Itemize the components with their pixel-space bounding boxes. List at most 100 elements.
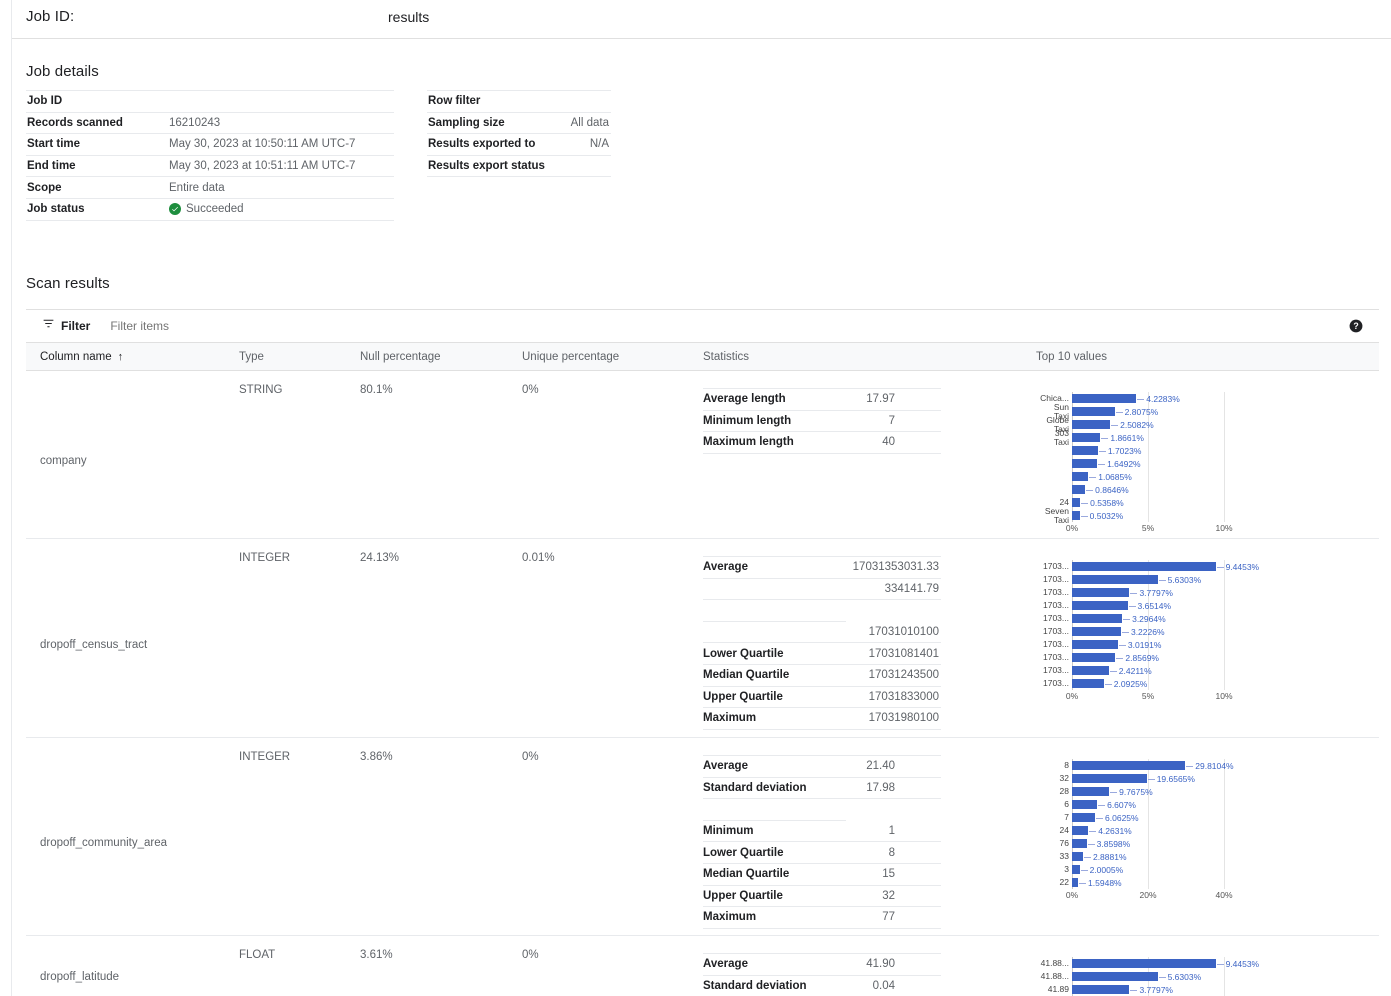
statistic-key: Average bbox=[703, 954, 846, 976]
statistic-row bbox=[703, 600, 941, 622]
chart-bar-row: 332.8881% bbox=[1072, 850, 1262, 863]
chart-bar-value: 3.2226% bbox=[1121, 627, 1165, 637]
cell-type: INTEGER bbox=[225, 738, 346, 935]
chart-bar-row: 1703...5.6303% bbox=[1072, 573, 1262, 586]
help-circle-icon[interactable]: ? bbox=[1349, 319, 1363, 333]
chart-category-label: 3 bbox=[1064, 865, 1069, 874]
statistic-key: Minimum bbox=[703, 820, 846, 842]
chart-category-label: SevenTaxi bbox=[1045, 507, 1069, 525]
statistic-row: Upper Quartile32 bbox=[703, 885, 941, 907]
statistics-table: Average length17.97Minimum length7Maximu… bbox=[703, 388, 941, 454]
search-input[interactable] bbox=[108, 318, 368, 334]
detail-row: Row filter bbox=[427, 91, 611, 113]
statistic-key: Average bbox=[703, 756, 846, 778]
chart-bar-value: 1.8661% bbox=[1100, 433, 1144, 443]
cell-null-percentage: 80.1% bbox=[346, 371, 508, 538]
chart-category-label: 1703... bbox=[1043, 601, 1069, 610]
top-values-chart: Chica...4.2283%SunTaxi2.8075%GlobeTaxi2.… bbox=[1036, 392, 1379, 536]
scan-results-page: Job ID: results Job details Job IDRecord… bbox=[0, 0, 1391, 996]
detail-key: Job ID bbox=[26, 91, 169, 113]
top-values-chart: 41.88...9.4453%41.88...5.6303%41.893.779… bbox=[1036, 957, 1379, 996]
column-header-top-values: Top 10 values bbox=[1022, 351, 1379, 363]
detail-key: Results exported to bbox=[427, 134, 570, 156]
statistic-key: Upper Quartile bbox=[703, 885, 846, 907]
chart-category-label: 1703... bbox=[1043, 666, 1069, 675]
statistic-value: 17031980100 bbox=[846, 708, 941, 730]
cell-unique-percentage: 0% bbox=[508, 371, 689, 538]
detail-key: Records scanned bbox=[26, 112, 169, 134]
cell-unique-percentage: 0% bbox=[508, 936, 689, 996]
chart-bar-value: 4.2631% bbox=[1088, 826, 1132, 836]
detail-value: N/A bbox=[570, 134, 611, 156]
detail-key: Start time bbox=[26, 134, 169, 156]
column-header-unique-percentage[interactable]: Unique percentage bbox=[508, 351, 689, 363]
cell-top-values: Chica...4.2283%SunTaxi2.8075%GlobeTaxi2.… bbox=[1022, 371, 1379, 538]
top-bar: Job ID: results bbox=[12, 0, 1391, 39]
chart-bar bbox=[1072, 852, 1083, 861]
chart-category-label: 33 bbox=[1060, 852, 1069, 861]
table-row[interactable]: dropoff_census_tractINTEGER24.13%0.01%Av… bbox=[26, 539, 1379, 738]
statistic-value: 15 bbox=[846, 863, 941, 885]
detail-row: Results export status bbox=[427, 155, 611, 177]
chart-bar bbox=[1072, 826, 1088, 835]
scan-results-title: Scan results bbox=[26, 275, 110, 292]
column-header-null-percentage[interactable]: Null percentage bbox=[346, 351, 508, 363]
chart-bar bbox=[1072, 972, 1158, 981]
chart-bar bbox=[1072, 575, 1158, 584]
chart-bar-value: 2.8881% bbox=[1083, 852, 1127, 862]
chart-bar-row: 221.5948% bbox=[1072, 876, 1262, 889]
filter-button[interactable]: Filter bbox=[42, 317, 90, 335]
chart-bar bbox=[1072, 446, 1098, 455]
chart-bar-row: 244.2631% bbox=[1072, 824, 1262, 837]
chart-bar bbox=[1072, 433, 1100, 442]
chart-bar-row: SunTaxi2.8075% bbox=[1072, 405, 1262, 418]
filter-icon bbox=[42, 317, 55, 335]
statistic-key bbox=[703, 600, 846, 622]
chart-category-label: 22 bbox=[1060, 878, 1069, 887]
chart-bar-value: 2.8075% bbox=[1115, 407, 1159, 417]
cell-column-name: company bbox=[26, 371, 225, 538]
job-details-right-table: Row filterSampling sizeAll dataResults e… bbox=[427, 90, 611, 177]
chart-bar-row: 1.6492% bbox=[1072, 457, 1262, 470]
chart-category-label: 1703... bbox=[1043, 614, 1069, 623]
detail-value: Entire data bbox=[169, 177, 394, 199]
chart-bar-value: 6.0625% bbox=[1095, 813, 1139, 823]
statistic-row: Median Quartile15 bbox=[703, 863, 941, 885]
table-row[interactable]: dropoff_latitudeFLOAT3.61%0%Average41.90… bbox=[26, 936, 1379, 996]
statistic-value bbox=[846, 799, 941, 821]
chart-category-label: 8 bbox=[1064, 761, 1069, 770]
job-id-value: results bbox=[388, 9, 429, 25]
chart-bar-value: 2.8569% bbox=[1115, 653, 1159, 663]
statistic-row: Average21.40 bbox=[703, 756, 941, 778]
results-toolbar: Filter ? bbox=[26, 309, 1379, 343]
column-header-column-name[interactable]: Column name ↑ bbox=[26, 351, 225, 363]
chart-x-tick-label: 0% bbox=[1066, 523, 1078, 533]
column-header-type[interactable]: Type bbox=[225, 351, 346, 363]
chart-bar-row: 289.7675% bbox=[1072, 785, 1262, 798]
chart-bar-value: 9.7675% bbox=[1109, 787, 1153, 797]
chart-bar-row: 1703...3.7797% bbox=[1072, 586, 1262, 599]
chart-category-label: 1703... bbox=[1043, 640, 1069, 649]
statistic-key: Lower Quartile bbox=[703, 842, 846, 864]
table-row[interactable]: dropoff_community_areaINTEGER3.86%0%Aver… bbox=[26, 738, 1379, 936]
chart-bar bbox=[1072, 787, 1109, 796]
chart-x-axis: 0%5%10% bbox=[1072, 522, 1262, 536]
cell-type: FLOAT bbox=[225, 936, 346, 996]
statistic-row: Minimum length7 bbox=[703, 410, 941, 432]
chart-bar-row: 3219.6565% bbox=[1072, 772, 1262, 785]
chart-x-axis: 0%20%40% bbox=[1072, 889, 1262, 903]
chart-bar bbox=[1072, 459, 1097, 468]
results-table: Column name ↑ Type Null percentage Uniqu… bbox=[26, 343, 1379, 996]
chart-x-axis: 0%5%10% bbox=[1072, 690, 1262, 704]
table-row[interactable]: companySTRING80.1%0%Average length17.97M… bbox=[26, 371, 1379, 539]
detail-row: Start timeMay 30, 2023 at 10:50:11 AM UT… bbox=[26, 134, 394, 156]
statistic-key: Lower Quartile bbox=[703, 643, 846, 665]
statistic-value: 1 bbox=[846, 820, 941, 842]
statistic-key bbox=[703, 799, 846, 821]
chart-bar-value: 1.0685% bbox=[1088, 472, 1132, 482]
chart-category-label: 1703... bbox=[1043, 627, 1069, 636]
chart-x-tick-label: 40% bbox=[1215, 890, 1232, 900]
chart-bar-value: 3.7797% bbox=[1129, 985, 1173, 995]
chart-bar-value: 4.2283% bbox=[1136, 394, 1180, 404]
cell-unique-percentage: 0% bbox=[508, 738, 689, 935]
